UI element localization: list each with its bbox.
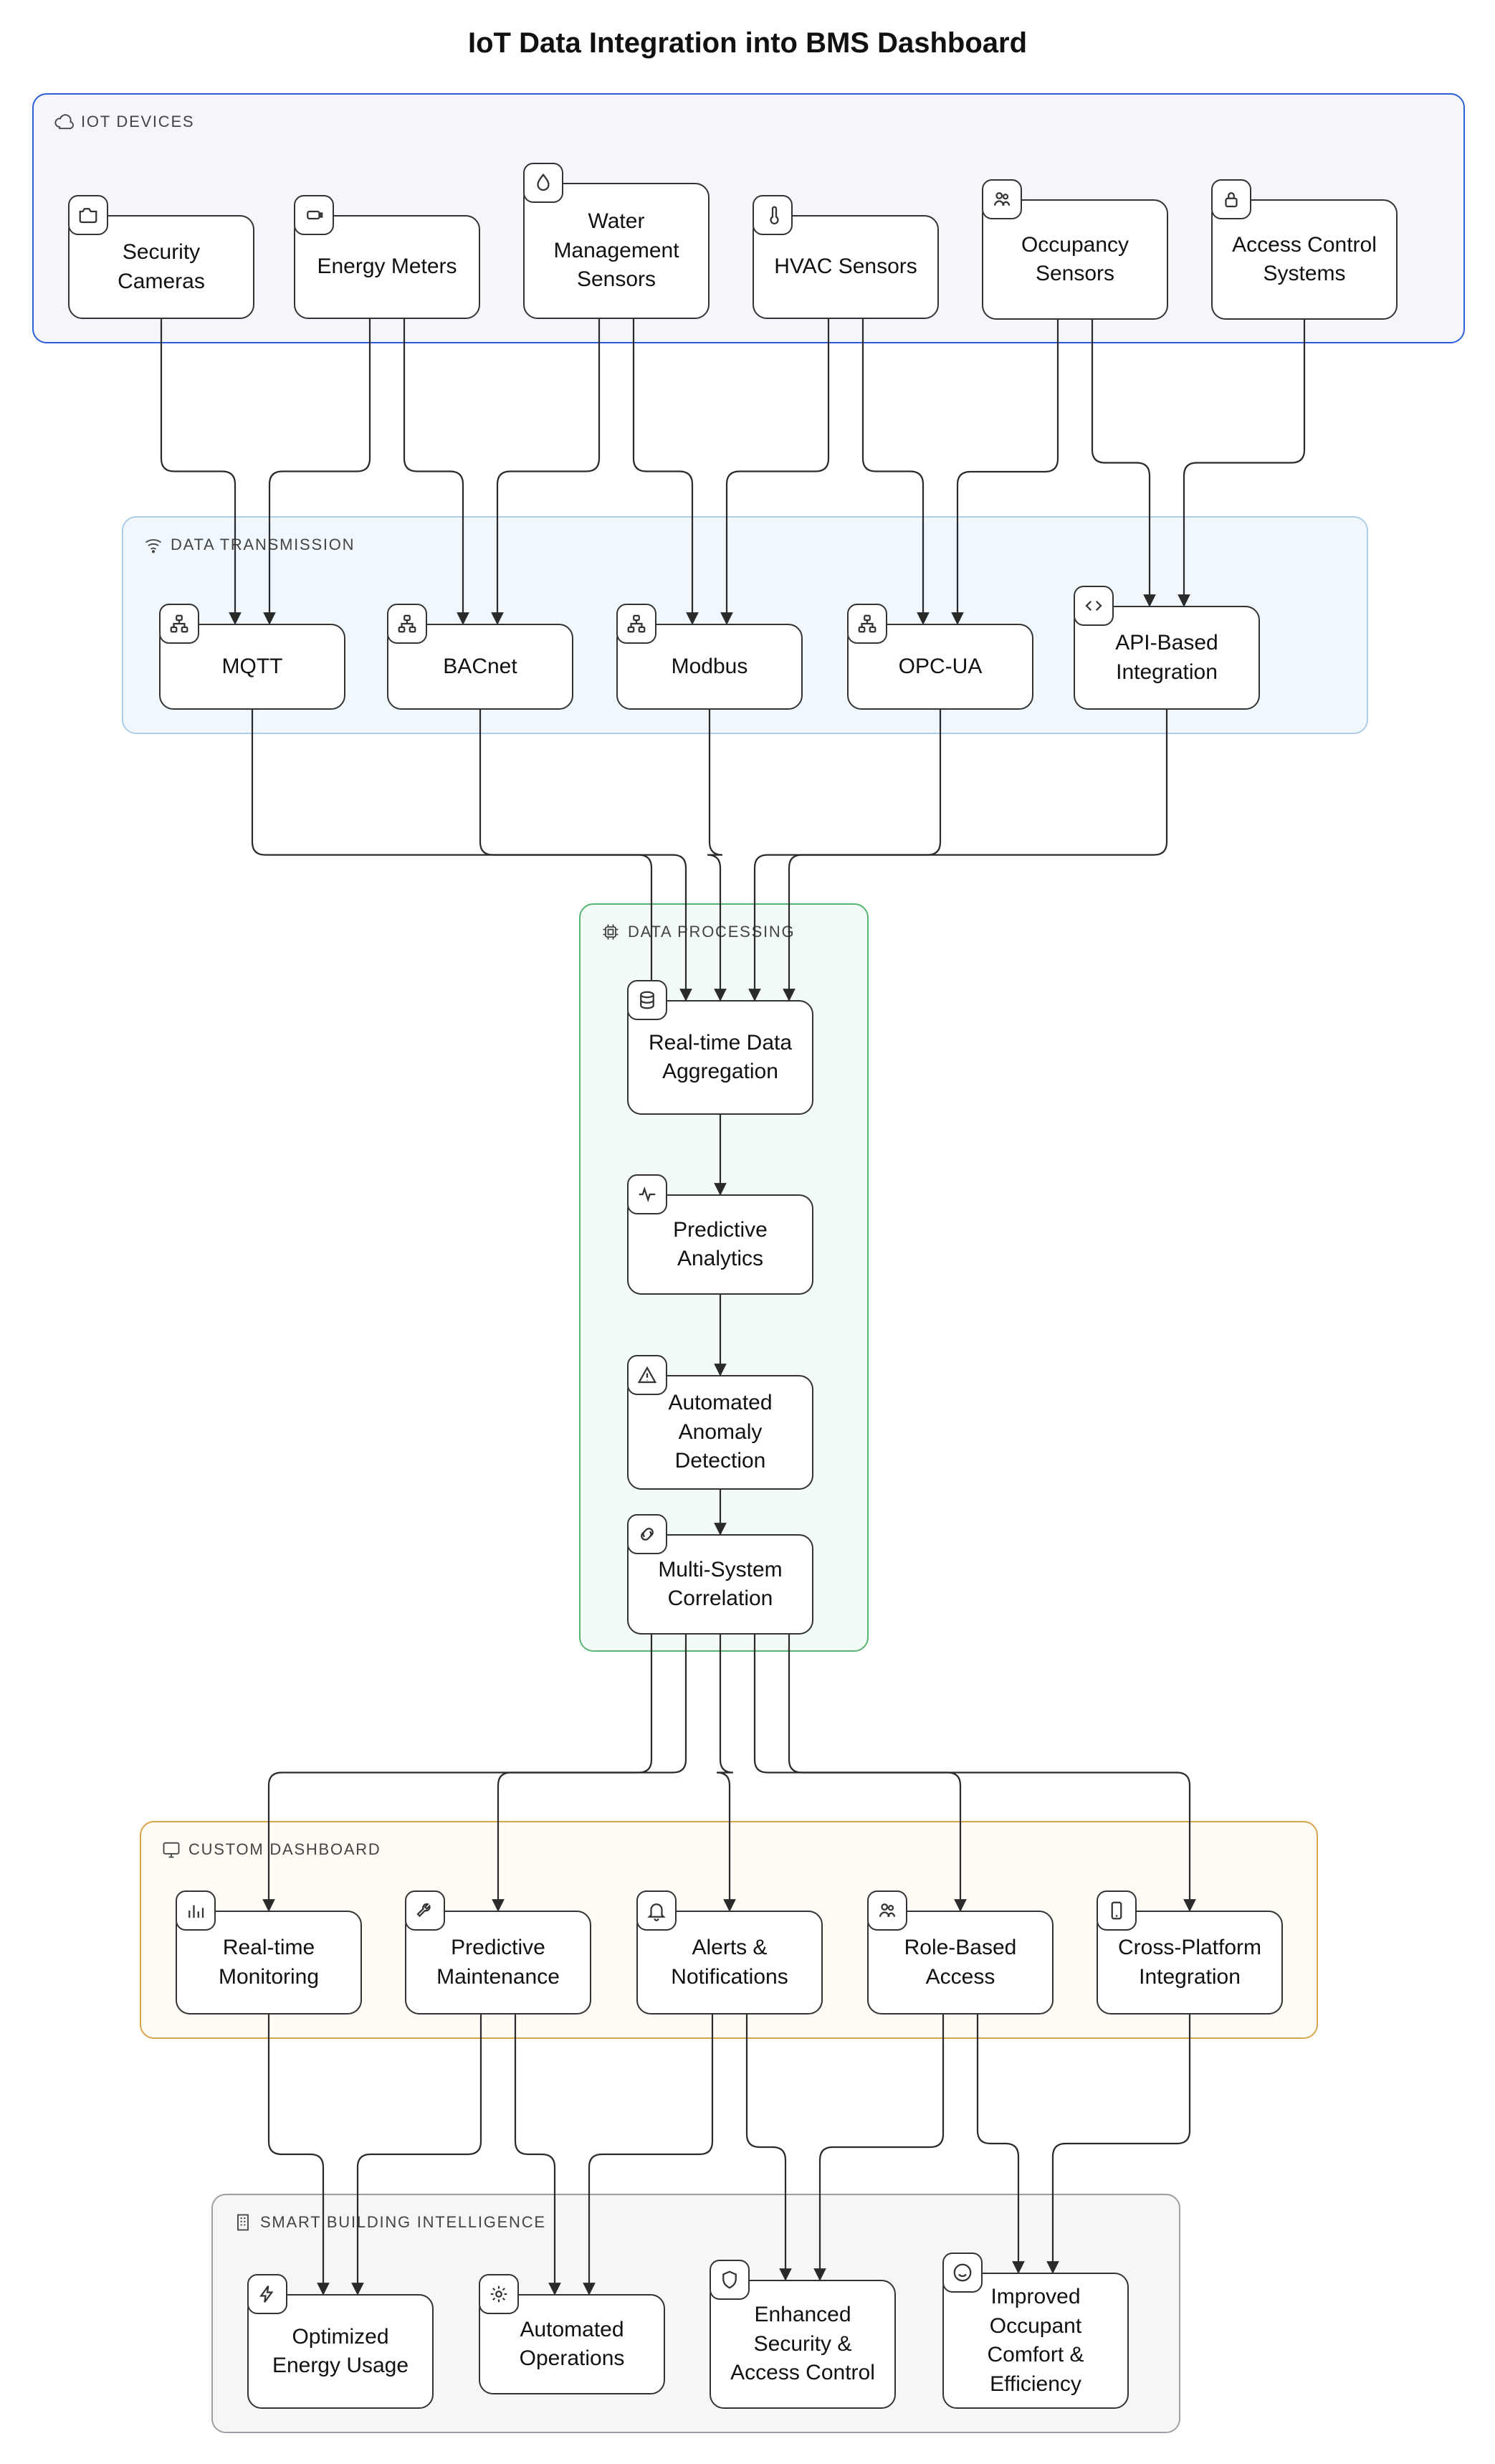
network-icon: [847, 604, 887, 644]
diagram-canvas: IoT Data Integration into BMS Dashboard …: [0, 0, 1495, 2464]
node-label: BACnet: [443, 652, 517, 682]
node-label: Improved Occupant Comfort & Efficiency: [957, 2283, 1114, 2399]
db-icon: [627, 980, 667, 1020]
bolt-icon: [247, 2274, 287, 2314]
node-alerts: Alerts & Notifications: [636, 1911, 823, 2015]
link-icon: [627, 1514, 667, 1554]
people-icon: [867, 1890, 907, 1931]
node-rtmon: Real-time Monitoring: [176, 1911, 362, 2015]
bars-icon: [176, 1890, 216, 1931]
group-label: CUSTOM DASHBOARD: [161, 1840, 381, 1860]
node-pred: Predictive Analytics: [627, 1194, 813, 1295]
camera-icon: [68, 195, 108, 235]
node-label: MQTT: [222, 652, 283, 682]
group-label: SMART BUILDING INTELLIGENCE: [233, 2212, 546, 2232]
node-api: API-Based Integration: [1074, 606, 1260, 710]
diagram-title: IoT Data Integration into BMS Dashboard: [0, 27, 1495, 60]
node-modbus: Modbus: [616, 624, 803, 710]
node-label: Cross-Platform Integration: [1111, 1933, 1269, 1992]
network-icon: [387, 604, 427, 644]
node-anom: Automated Anomaly Detection: [627, 1375, 813, 1490]
node-opcua: OPC-UA: [847, 624, 1033, 710]
node-hvac: HVAC Sensors: [753, 215, 939, 319]
node-label: Occupancy Sensors: [996, 231, 1154, 289]
code-icon: [1074, 586, 1114, 626]
node-label: Predictive Maintenance: [419, 1933, 577, 1992]
node-mqtt: MQTT: [159, 624, 345, 710]
node-label: Alerts & Notifications: [651, 1933, 808, 1992]
node-rba: Role-Based Access: [867, 1911, 1054, 2015]
node-sec: Enhanced Security & Access Control: [710, 2280, 896, 2409]
node-label: Real-time Monitoring: [190, 1933, 348, 1992]
wrench-icon: [405, 1890, 445, 1931]
gear-icon: [479, 2274, 519, 2314]
node-meter: Energy Meters: [294, 215, 480, 319]
network-icon: [616, 604, 656, 644]
node-label: Predictive Analytics: [641, 1216, 799, 1274]
node-label: Energy Meters: [317, 252, 457, 282]
thermo-icon: [753, 195, 793, 235]
battery-icon: [294, 195, 334, 235]
node-label: Optimized Energy Usage: [262, 2323, 419, 2381]
building-icon: [233, 2212, 253, 2232]
node-label: Security Cameras: [82, 238, 240, 296]
bell-icon: [636, 1890, 677, 1931]
node-label: API-Based Integration: [1088, 629, 1246, 687]
node-water: Water Management Sensors: [523, 183, 710, 319]
node-aggr: Real-time Data Aggregation: [627, 1000, 813, 1115]
phone-icon: [1097, 1890, 1137, 1931]
node-label: Water Management Sensors: [538, 207, 695, 295]
monitor-icon: [161, 1840, 181, 1860]
people-icon: [982, 179, 1022, 219]
node-access: Access Control Systems: [1211, 199, 1398, 320]
node-label: Automated Anomaly Detection: [641, 1389, 799, 1476]
node-bacnet: BACnet: [387, 624, 573, 710]
node-label: Enhanced Security & Access Control: [724, 2301, 882, 2388]
node-label: Access Control Systems: [1226, 231, 1383, 289]
node-corr: Multi-System Correlation: [627, 1534, 813, 1635]
cloud-icon: [54, 112, 74, 132]
drop-icon: [523, 163, 563, 203]
node-label: OPC-UA: [899, 652, 983, 682]
node-pmaint: Predictive Maintenance: [405, 1911, 591, 2015]
cpu-icon: [601, 922, 621, 942]
node-label: Automated Operations: [493, 2316, 651, 2374]
group-label: IOT DEVICES: [54, 112, 194, 132]
network-icon: [159, 604, 199, 644]
node-cam: Security Cameras: [68, 215, 254, 319]
node-occ: Occupancy Sensors: [982, 199, 1168, 320]
wifi-icon: [143, 535, 163, 555]
pulse-icon: [627, 1174, 667, 1214]
warn-icon: [627, 1355, 667, 1395]
node-label: Real-time Data Aggregation: [641, 1029, 799, 1087]
group-label: DATA TRANSMISSION: [143, 535, 355, 555]
node-auto: Automated Operations: [479, 2294, 665, 2394]
node-energy: Optimized Energy Usage: [247, 2294, 434, 2409]
node-comfort: Improved Occupant Comfort & Efficiency: [942, 2273, 1129, 2409]
group-label: DATA PROCESSING: [601, 922, 795, 942]
node-label: HVAC Sensors: [774, 252, 917, 282]
node-label: Role-Based Access: [882, 1933, 1039, 1992]
smile-icon: [942, 2253, 983, 2293]
shield-icon: [710, 2260, 750, 2300]
lock-icon: [1211, 179, 1251, 219]
node-cross: Cross-Platform Integration: [1097, 1911, 1283, 2015]
node-label: Modbus: [672, 652, 748, 682]
node-label: Multi-System Correlation: [641, 1556, 799, 1614]
